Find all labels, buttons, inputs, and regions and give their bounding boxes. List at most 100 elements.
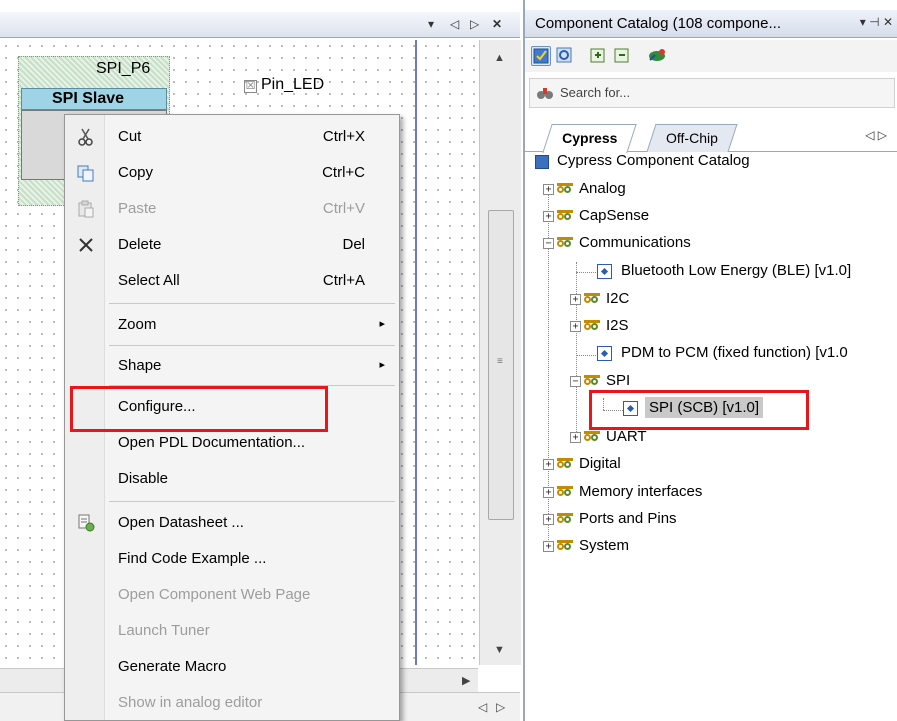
menu-item-label: Open Datasheet ... [118,514,244,531]
expand-icon[interactable]: + [543,487,554,498]
expand-icon[interactable]: + [570,432,581,443]
expand-icon[interactable]: + [543,211,554,222]
menu-item-open-component-web-page[interactable]: Open Component Web Page [65,577,399,613]
configure-highlight-box [70,386,328,432]
scroll-left-icon[interactable]: ◁ [450,17,459,31]
folder-icon [557,458,573,471]
menu-item-copy[interactable]: Copy Ctrl+C [65,155,399,191]
folder-icon [557,540,573,553]
menu-item-label: Find Code Example ... [118,550,267,567]
tab-off-chip[interactable]: Off-Chip [646,124,738,152]
catalog-toolbar [525,40,897,72]
collapse-all-icon[interactable] [613,46,633,66]
expand-icon[interactable]: + [543,514,554,525]
menu-item-label: Select All [118,272,180,289]
scroll-right-arrow-icon[interactable]: ▶ [462,674,470,687]
pin-checkbox-icon: ☒ [244,80,257,93]
search-binoculars-icon [536,84,554,102]
catalog-search-box[interactable]: Search for... [529,78,895,108]
menu-item-label: Show in analog editor [118,694,263,711]
submenu-arrow-icon: ▸ [379,359,385,371]
folder-icon [584,431,600,444]
menu-item-select-all[interactable]: Select All Ctrl+A [65,263,399,299]
catalog-book-icon [535,155,549,169]
catalog-tabs: Cypress Off-Chip ◁ ▷ [525,116,897,153]
component-icon [597,264,612,279]
menu-item-shortcut: Del [342,236,365,253]
menu-item-cut[interactable]: Cut Ctrl+X [65,119,399,155]
scroll-up-arrow-icon[interactable]: ▲ [494,52,505,64]
component-wizard-icon[interactable] [647,46,667,66]
component-type-label[interactable]: SPI Slave [21,88,167,110]
delete-x-icon [77,236,95,254]
menu-item-label: Open Component Web Page [118,586,311,603]
vertical-scrollbar[interactable]: ▲ ≡ ▼ [479,40,521,665]
menu-item-disable[interactable]: Disable [65,461,399,497]
submenu-arrow-icon: ▸ [379,318,385,330]
menu-separator [109,501,395,502]
catalog-title-bar: Component Catalog (108 compone... [525,10,897,38]
folder-icon [557,513,573,526]
tab-scroll-icon[interactable]: ◁ ▷ [865,128,887,142]
expand-icon[interactable]: + [543,184,554,195]
close-icon[interactable]: ✕ [492,17,502,31]
menu-item-open-datasheet[interactable]: Open Datasheet ... [65,505,399,541]
menu-item-paste[interactable]: Paste Ctrl+V [65,191,399,227]
folder-icon [557,486,573,499]
tab-cypress[interactable]: Cypress [542,124,637,153]
pin-icon[interactable]: ⊣ [869,15,879,29]
scissors-icon [77,128,95,146]
prev-page-icon[interactable]: ◁ [478,700,487,714]
catalog-view-icon[interactable] [531,46,551,66]
editor-title-bar: ▾ ◁ ▷ ✕ [0,12,520,38]
menu-item-shortcut: Ctrl+C [322,164,365,181]
next-page-icon[interactable]: ▷ [496,700,505,714]
grip-icon: ≡ [497,356,503,367]
scroll-down-arrow-icon[interactable]: ▼ [494,644,505,656]
dropdown-icon[interactable]: ▾ [428,17,434,31]
component-instance-name: SPI_P6 [96,60,151,77]
menu-item-label: Shape [118,357,162,374]
folder-icon [557,183,573,196]
close-icon[interactable]: ✕ [883,15,893,29]
menu-item-find-code-example[interactable]: Find Code Example ... [65,541,399,577]
expand-icon[interactable]: + [570,294,581,305]
expand-icon[interactable]: + [543,459,554,470]
catalog-title-buttons: ▾ ⊣ ✕ [860,15,893,29]
expand-icon[interactable]: + [543,541,554,552]
menu-item-shortcut: Ctrl+X [322,128,365,145]
menu-item-shape[interactable]: Shape ▸ [65,348,399,384]
tree-line [576,262,577,440]
dropdown-icon[interactable]: ▾ [860,15,866,29]
menu-item-label: Copy [118,164,154,181]
scroll-right-icon[interactable]: ▷ [470,17,479,31]
folder-icon [557,210,573,223]
menu-item-label: Launch Tuner [118,622,210,639]
scrollbar-thumb[interactable]: ≡ [488,210,514,520]
menu-item-show-in-analog-editor[interactable]: Show in analog editor [65,685,399,721]
menu-item-zoom[interactable]: Zoom ▸ [65,307,399,343]
menu-item-launch-tuner[interactable]: Launch Tuner [65,613,399,649]
collapse-icon[interactable]: − [570,376,581,387]
menu-item-shortcut: Ctrl+V [322,200,365,217]
expand-icon[interactable]: + [570,321,581,332]
menu-separator [109,303,395,304]
expand-all-icon[interactable] [589,46,609,66]
menu-item-delete[interactable]: Delete Del [65,227,399,263]
menu-item-generate-macro[interactable]: Generate Macro [65,649,399,685]
folder-icon [584,293,600,306]
tree-line [576,272,596,273]
folder-icon [557,237,573,250]
copy-icon [77,164,95,182]
pin-led-label[interactable]: ☒ Pin_LED [244,76,324,94]
menu-separator [109,345,395,346]
catalog-title: Component Catalog (108 compone... [535,15,781,32]
datasheet-view-icon[interactable] [555,46,575,66]
paste-icon [77,200,95,218]
component-catalog-pane: Component Catalog (108 compone... ▾ ⊣ ✕ … [523,0,897,721]
menu-item-label: Open PDL Documentation... [118,434,306,451]
search-placeholder: Search for... [560,85,631,100]
page-border-line [415,40,417,665]
collapse-icon[interactable]: − [543,238,554,249]
datasheet-icon [77,514,95,532]
